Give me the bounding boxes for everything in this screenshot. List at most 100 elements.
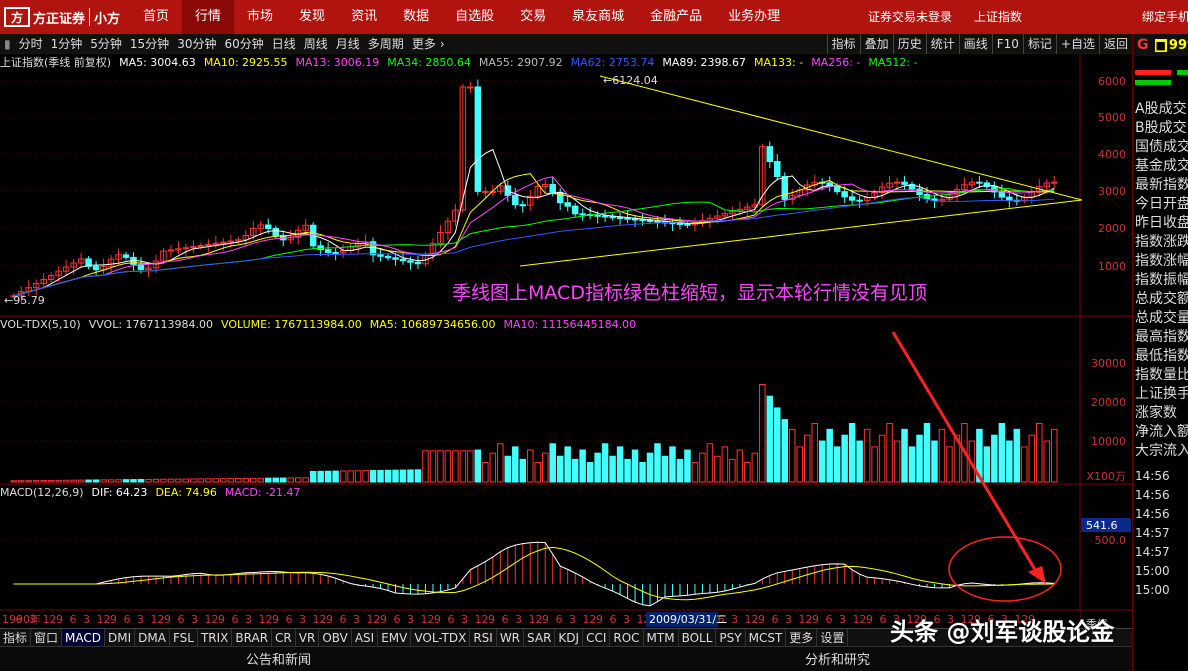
news-tab-announcements[interactable]: 公告和新闻 xyxy=(246,649,311,668)
indicator-tab-24[interactable]: 更多 xyxy=(786,628,818,647)
nav-item-8[interactable]: 泉友商城 xyxy=(559,0,637,34)
volume-bar xyxy=(833,446,841,483)
period-7[interactable]: 周线 xyxy=(300,34,332,54)
period-9[interactable]: 多周期 xyxy=(364,34,408,54)
indicator-tab-19[interactable]: ROC xyxy=(610,628,644,647)
bind-phone-link[interactable]: 绑定手机 xyxy=(1142,0,1188,34)
nav-item-1[interactable]: 行情 xyxy=(182,0,235,34)
xaxis-label-39: 12 xyxy=(529,613,543,626)
volume-bar xyxy=(482,462,489,483)
volume-bar xyxy=(556,455,564,483)
indicator-tab-5[interactable]: FSL xyxy=(170,628,198,647)
indicator-tab-15[interactable]: WR xyxy=(497,628,525,647)
main-indicator-info: 上证指数(季线 前复权) MA5: 3004.63 MA10: 2925.55 MA1… xyxy=(0,55,926,71)
tool-2[interactable]: 历史 xyxy=(892,34,926,54)
tool-1[interactable]: 叠加 xyxy=(859,34,893,54)
candle-body xyxy=(676,222,684,225)
mainInfo-item-6: MA89: 2398.67 xyxy=(662,56,747,69)
indicator-tab-7[interactable]: BRAR xyxy=(232,628,273,647)
period-0[interactable]: 分时 xyxy=(15,34,47,54)
xaxis-label-32: 9 xyxy=(434,613,441,626)
indicator-tab-0[interactable]: 指标 xyxy=(0,628,32,647)
nav-item-9[interactable]: 金融产品 xyxy=(637,0,715,34)
indicator-tab-21[interactable]: BOLL xyxy=(679,628,717,647)
tool-0[interactable]: 指标 xyxy=(826,34,860,54)
indicator-tab-6[interactable]: TRIX xyxy=(198,628,233,647)
nav-item-0[interactable]: 首页 xyxy=(130,0,182,34)
price-tick-2: 4000 xyxy=(1098,148,1126,161)
nav-item-4[interactable]: 资讯 xyxy=(338,0,390,34)
period-6[interactable]: 日线 xyxy=(268,34,300,54)
sidebar-price: 999 xyxy=(1168,37,1188,53)
volume-bar xyxy=(1006,440,1013,483)
sidebar-row-7: 指数涨跌 xyxy=(1135,234,1188,250)
indicator-tab-14[interactable]: RSI xyxy=(470,628,497,647)
indicator-tab-11[interactable]: ASI xyxy=(352,628,379,647)
indicator-tab-3[interactable]: DMI xyxy=(105,628,136,647)
tool-4[interactable]: 画线 xyxy=(958,34,992,54)
indicator-tab-12[interactable]: EMV xyxy=(378,628,412,647)
volume-bar xyxy=(137,479,145,483)
period-4[interactable]: 30分钟 xyxy=(173,34,220,54)
period-5[interactable]: 60分钟 xyxy=(220,34,267,54)
tool-6[interactable]: 标记 xyxy=(1022,34,1056,54)
tool-5[interactable]: F10 xyxy=(991,34,1023,54)
xaxis-label-17: 6 xyxy=(232,613,239,626)
kline-chart[interactable]: 6000 5000 4000 3000 2000 1000 30000 20000 10000 X… xyxy=(0,54,1132,628)
brand-name: 方正证券 xyxy=(33,11,86,27)
tool-7[interactable]: +自选 xyxy=(1055,34,1099,54)
indicator-tab-17[interactable]: KDJ xyxy=(555,628,584,647)
sidebar-row-12: 最高指数 xyxy=(1135,329,1188,345)
indicator-tab-4[interactable]: DMA xyxy=(135,628,170,647)
volume-bar xyxy=(818,440,826,483)
xaxis-label-24: 9 xyxy=(326,613,333,626)
volume-bar xyxy=(459,450,467,483)
nav-item-5[interactable]: 数据 xyxy=(390,0,442,34)
indicator-tab-1[interactable]: 窗口 xyxy=(31,628,63,647)
indicator-tab-2[interactable]: MACD xyxy=(62,628,106,647)
login-status[interactable]: 证券交易未登录 xyxy=(868,0,952,34)
indicator-tab-8[interactable]: CR xyxy=(272,628,296,647)
indicator-tab-20[interactable]: MTM xyxy=(644,628,679,647)
nav-item-3[interactable]: 发现 xyxy=(286,0,338,34)
nav-item-2[interactable]: 市场 xyxy=(234,0,286,34)
volume-bar xyxy=(863,428,871,483)
mainInfo-item-0: MA5: 3004.63 xyxy=(119,56,196,69)
more-arrow-icon[interactable]: › xyxy=(440,34,449,54)
candle-body xyxy=(265,224,272,229)
tool-8[interactable]: 返回 xyxy=(1098,34,1132,54)
tool-3[interactable]: 统计 xyxy=(925,34,959,54)
indicator-tab-18[interactable]: CCI xyxy=(583,628,611,647)
indicator-tab-23[interactable]: MCST xyxy=(746,628,787,647)
xaxis-label-58: 3 xyxy=(785,613,792,626)
sidebar-row-15: 上证换手 xyxy=(1135,386,1188,402)
indicator-tab-16[interactable]: SAR xyxy=(524,628,556,647)
period-3[interactable]: 15分钟 xyxy=(126,34,173,54)
indicator-tab-10[interactable]: OBV xyxy=(319,628,352,647)
nav-item-6[interactable]: 自选股 xyxy=(442,0,507,34)
period-1[interactable]: 1分钟 xyxy=(47,34,87,54)
vol-unit: X100万 xyxy=(1086,470,1126,483)
nav-index-link[interactable]: 上证指数 xyxy=(974,0,1022,34)
volume-bar xyxy=(512,446,519,483)
volume-bar xyxy=(744,462,751,483)
indicator-tab-25[interactable]: 设置 xyxy=(817,628,849,647)
news-tab-research[interactable]: 分析和研究 xyxy=(805,649,870,668)
candle-body xyxy=(976,181,983,184)
indicator-tab-13[interactable]: VOL-TDX xyxy=(411,628,471,647)
period-2[interactable]: 5分钟 xyxy=(86,34,126,54)
tool-buttons: 指标 叠加 历史 统计 画线 F10 标记 +自选 返回 xyxy=(826,34,1132,54)
nav-item-10[interactable]: 业务办理 xyxy=(715,0,793,34)
nav-item-7[interactable]: 交易 xyxy=(507,0,559,34)
volume-bar xyxy=(332,470,339,483)
indicator-tab-9[interactable]: VR xyxy=(296,628,320,647)
period-10[interactable]: 更多 xyxy=(408,34,440,54)
sidebar-row-18: 大宗流入 xyxy=(1135,443,1188,459)
volume-bar xyxy=(369,470,377,483)
indicator-tab-22[interactable]: PSY xyxy=(716,628,746,647)
period-8[interactable]: 月线 xyxy=(332,34,364,54)
sidebar-row-16: 涨家数 xyxy=(1135,405,1177,421)
volume-bar xyxy=(736,449,744,483)
volume-bar xyxy=(167,478,175,483)
sidebar-row-9: 指数振幅 xyxy=(1135,272,1188,288)
